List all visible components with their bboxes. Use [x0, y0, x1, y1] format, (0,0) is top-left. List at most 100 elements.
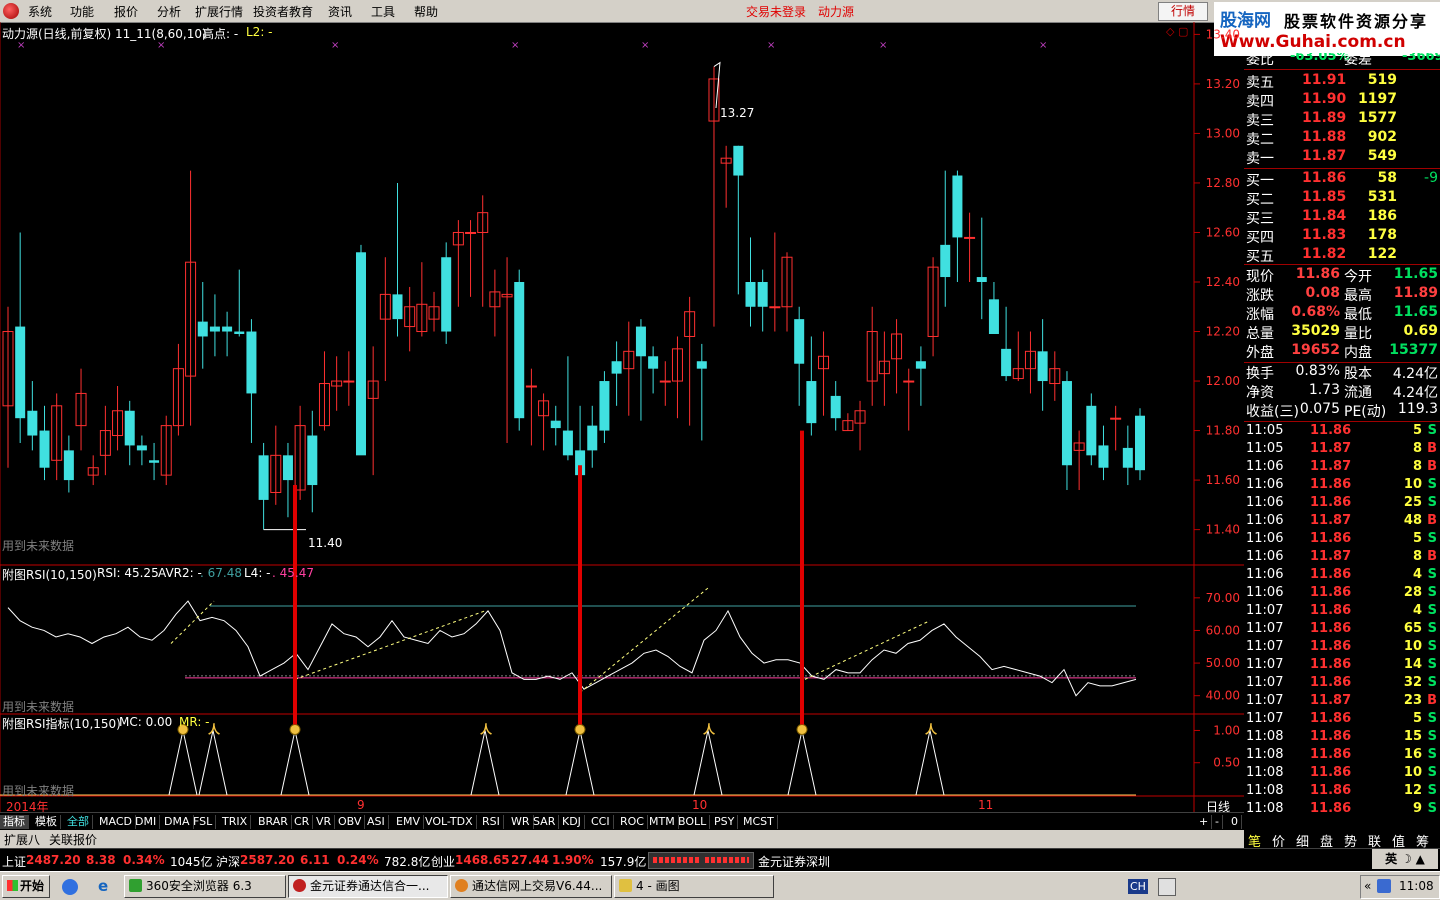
candle-body — [635, 326, 646, 357]
signal-bars-group — [293, 430, 804, 725]
network-icon[interactable] — [1377, 879, 1391, 893]
tick-side: S — [1427, 711, 1437, 726]
candle-body — [1086, 405, 1097, 456]
bid-row: 买五 11.82 122 — [1244, 246, 1440, 265]
tick-volume: 15 — [1403, 729, 1422, 744]
indicator-tab-vol-tdx[interactable]: VOL-TDX — [422, 815, 477, 829]
indicator-tab-指标[interactable]: 指标 — [0, 815, 29, 829]
indicator-tab-dmi[interactable]: DMI — [132, 815, 161, 829]
trade-login-status[interactable]: 交易未登录 — [746, 3, 806, 20]
bid-volume: 58 — [1377, 170, 1397, 186]
tick-time: 11:07 — [1246, 657, 1284, 672]
indicator-tab-全部[interactable]: 全部 — [64, 815, 93, 829]
indicator-tab-fsl[interactable]: FSL — [190, 815, 217, 829]
tick-side: S — [1427, 765, 1437, 780]
indicator-tab-模板[interactable]: 模板 — [32, 815, 61, 829]
signal-peak — [280, 730, 310, 796]
task-trade[interactable]: 通达信网上交易V6.44... — [450, 875, 612, 898]
zoom-in-button[interactable]: + — [1196, 815, 1213, 829]
indicator-tab-obv[interactable]: OBV — [335, 815, 366, 829]
stat2-value: 0.83% — [1295, 363, 1340, 379]
tray-expand-icon[interactable]: « — [1364, 879, 1371, 893]
reset-button[interactable]: 0 — [1228, 815, 1242, 829]
signal-peak — [198, 730, 228, 796]
indicator-tab-roc[interactable]: ROC — [617, 815, 648, 829]
candle-body — [952, 175, 963, 238]
tick-price: 11.86 — [1310, 711, 1352, 726]
menu-system[interactable]: 系统 — [28, 3, 52, 20]
date-axis-month-11: 11 — [978, 798, 994, 812]
ask-row: 卖四 11.90 1197 — [1244, 91, 1440, 110]
menu-function[interactable]: 功能 — [70, 3, 94, 20]
indicator-tab-mtm[interactable]: MTM — [646, 815, 679, 829]
tick-side: S — [1427, 801, 1437, 816]
indicator-tab-macd[interactable]: MACD — [96, 815, 136, 829]
quicklaunch-icon-1[interactable] — [62, 879, 78, 895]
ask-label: 卖一 — [1246, 151, 1274, 167]
indicator-tab-trix[interactable]: TRIX — [219, 815, 252, 829]
rsi-trendline — [294, 610, 486, 680]
tick-volume: 65 — [1403, 621, 1422, 636]
clock[interactable]: 11:08 — [1399, 879, 1434, 893]
bid-label: 买一 — [1246, 173, 1274, 189]
right-panel-tabs: 笔价细盘势联值筹 — [1244, 830, 1440, 850]
task-tdx[interactable]: 金元证券通达信合一... — [288, 875, 448, 898]
indicator-tab-emv[interactable]: EMV — [393, 815, 424, 829]
tick-side: S — [1427, 585, 1437, 600]
candle-body — [745, 282, 756, 307]
candle-body — [1037, 351, 1048, 382]
indicator-tab-sar[interactable]: SAR — [530, 815, 560, 829]
indicator-tab-psy[interactable]: PSY — [711, 815, 739, 829]
zoom-out-button[interactable]: - — [1212, 815, 1223, 829]
stat2-value: 4.24亿 — [1392, 366, 1438, 382]
tick-time: 11:06 — [1246, 585, 1284, 600]
task-paint[interactable]: 4 - 画图 — [614, 875, 774, 898]
indicator-tab-boll[interactable]: BOLL — [675, 815, 711, 829]
indicator-tab-dma[interactable]: DMA — [161, 815, 194, 829]
price-tick-label: 11.40 — [1206, 523, 1240, 537]
tick-volume: 5 — [1412, 711, 1422, 726]
indicator-tab-asi[interactable]: ASI — [364, 815, 389, 829]
menu-analysis[interactable]: 分析 — [157, 3, 181, 20]
chart-area[interactable]: × × × × × × × × 13.40 13.20 13.00 12.80 12.60 12.40 1… — [0, 22, 1244, 828]
top-marker: × — [511, 40, 519, 51]
ie-icon[interactable]: e — [98, 878, 114, 894]
price-tick-label: 12.80 — [1206, 176, 1240, 190]
tick-row: 11:06 11.87 48 B — [1244, 513, 1440, 531]
tab-related-quote[interactable]: 关联报价 — [49, 831, 97, 848]
indicator-tab-mcst[interactable]: MCST — [740, 815, 778, 829]
menu-investor-edu[interactable]: 投资者教育 — [253, 3, 313, 20]
lang-indicator[interactable]: CH — [1128, 879, 1148, 894]
keyboard-icon[interactable] — [1158, 878, 1176, 896]
weibi-value: -63.05% — [1290, 53, 1350, 64]
menu-help[interactable]: 帮助 — [414, 3, 438, 20]
indicator-tab-vr[interactable]: VR — [313, 815, 336, 829]
stock-name-status: 动力源 — [818, 5, 855, 19]
indicator-tab-brar[interactable]: BRAR — [255, 815, 292, 829]
indicator-tab-kdj[interactable]: KDJ — [559, 815, 585, 829]
chart-settings-icon[interactable]: ◇ ▢ — [1166, 25, 1188, 38]
menu-quote[interactable]: 报价 — [114, 3, 138, 20]
start-button[interactable]: 开始 — [2, 875, 50, 898]
candle-body — [587, 425, 598, 451]
tick-side: B — [1427, 693, 1437, 708]
stat-label: 内盘 — [1344, 345, 1372, 361]
indicator-tab-rsi[interactable]: RSI — [479, 815, 504, 829]
hangqing-button[interactable]: 行情 — [1158, 2, 1208, 21]
ime-indicator[interactable]: 英 ☽ ▲ — [1372, 849, 1438, 869]
menu-tools[interactable]: 工具 — [371, 3, 395, 20]
tick-price: 11.87 — [1310, 693, 1352, 708]
stat2-label: 收益(三) — [1246, 404, 1299, 420]
paint-icon — [619, 879, 632, 892]
tick-row: 11:06 11.86 4 S — [1244, 567, 1440, 585]
indicator-tab-cr[interactable]: CR — [291, 815, 314, 829]
bid-change: -9 — [1424, 170, 1438, 186]
menu-ext-quote[interactable]: 扩展行情 — [195, 3, 243, 20]
indicator-tab-cci[interactable]: CCI — [588, 815, 614, 829]
task-browser[interactable]: 360安全浏览器 6.3 — [124, 875, 286, 898]
price-tick-label: 12.40 — [1206, 275, 1240, 289]
tab-ext8[interactable]: 扩展八 — [4, 831, 40, 848]
menu-info[interactable]: 资讯 — [328, 3, 352, 20]
tick-volume: 28 — [1403, 585, 1422, 600]
ask-row: 卖二 11.88 902 — [1244, 129, 1440, 148]
